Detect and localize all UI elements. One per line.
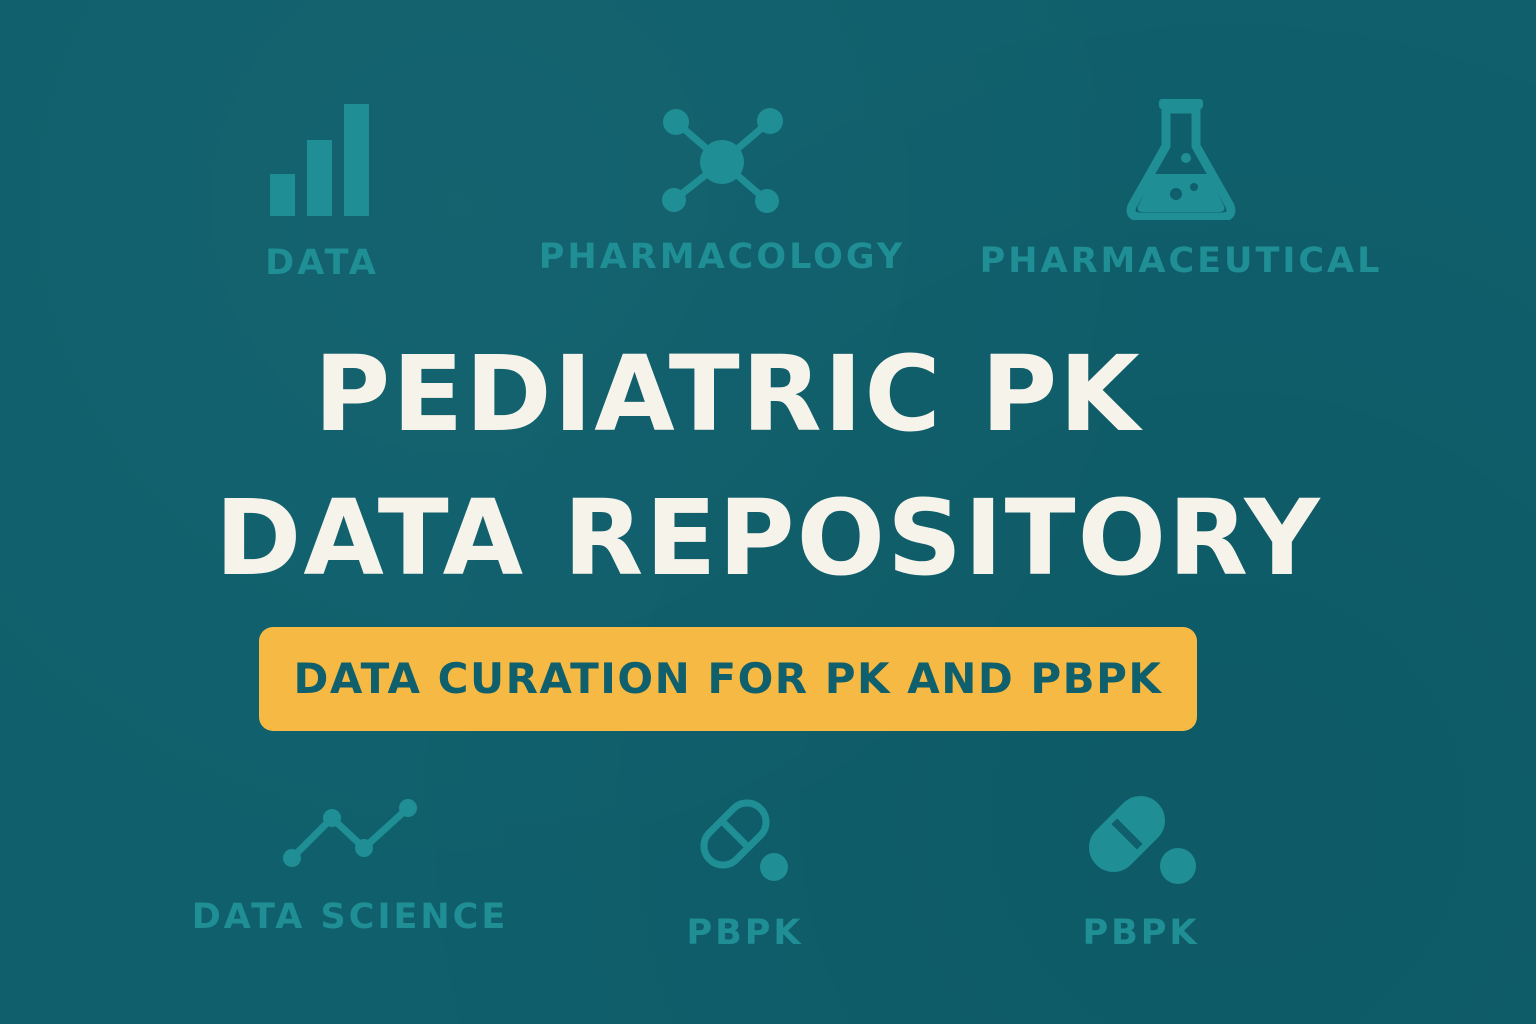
pbpk-icon-block-1: PBPK: [645, 788, 845, 951]
pharmacology-icon-block: PHARMACOLOGY: [522, 104, 922, 275]
molecule-icon: [662, 108, 783, 213]
pbpk-label-2: PBPK: [1082, 913, 1200, 953]
bar-chart-icon: [270, 104, 369, 216]
title-line-1: PEDIATRIC PK: [314, 333, 1142, 455]
capsule-filled-icon: [1089, 796, 1196, 884]
data-science-label: DATA SCIENCE: [191, 897, 509, 937]
title-line-2: DATA REPOSITORY: [215, 477, 1322, 599]
capsule-outline-icon: [700, 799, 788, 881]
pharmacology-label: PHARMACOLOGY: [538, 237, 906, 277]
data-icon-block: DATA: [222, 100, 422, 281]
pharmaceutical-label: PHARMACEUTICAL: [979, 241, 1383, 281]
pbpk-icon-block-2: PBPK: [1041, 788, 1241, 951]
pbpk-label-1: PBPK: [686, 913, 804, 953]
pharmaceutical-icon-block: PHARMACEUTICAL: [979, 96, 1383, 281]
line-chart-icon: [283, 799, 417, 867]
flask-icon: [1126, 99, 1236, 220]
subtitle-text: DATA CURATION FOR PK AND PBPK: [293, 654, 1163, 703]
data-science-icon-block: DATA SCIENCE: [185, 798, 515, 935]
subtitle-badge: DATA CURATION FOR PK AND PBPK: [259, 627, 1197, 731]
data-label: DATA: [265, 243, 379, 283]
